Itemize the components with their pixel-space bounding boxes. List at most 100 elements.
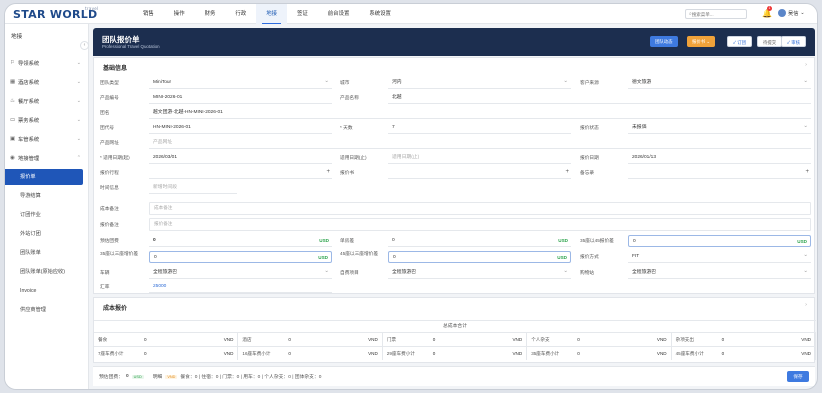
cart-icon: ✓: [733, 40, 736, 45]
review-button[interactable]: ✓ 审核: [781, 36, 807, 47]
form-row: 团代号 HN-MINI-2026-01 * 天数 7 报价状态 未报価: [94, 120, 816, 135]
sidebar-group-ticket[interactable]: ▭ 票务系统 ⌄: [5, 112, 89, 128]
summary-text: 预估团费： 0 USD 明细 VND 餐食：0 | 住宿：0 | 门票：0 | …: [99, 374, 322, 380]
quote-note-textarea[interactable]: 报价备注: [149, 218, 811, 231]
self-item-select[interactable]: 全程旅游巴: [388, 265, 571, 279]
product-name-label: 产品名称: [340, 95, 359, 100]
price35-input[interactable]: 0 USD: [628, 235, 811, 247]
team-code-input[interactable]: HN-MINI-2026-01: [149, 122, 332, 134]
itinerary-label: 报价行程: [100, 170, 119, 175]
sidebar-item-quotation[interactable]: 报价单: [5, 169, 83, 185]
menu-item-operation[interactable]: 操作: [164, 4, 195, 24]
cost-cell: 35座车费小计 0 VND: [527, 346, 672, 360]
rate-input[interactable]: 25000: [149, 281, 332, 293]
cost-cell: 7座车费小计 0 VND: [94, 346, 239, 360]
save-button[interactable]: 保存: [787, 371, 809, 382]
logo[interactable]: STAR WORLD travel: [13, 6, 98, 21]
collapse-sidebar-icon[interactable]: ‹: [80, 41, 89, 50]
menu-item-front-settings[interactable]: 前台设置: [318, 4, 360, 24]
itinerary-field[interactable]: +: [149, 167, 332, 179]
user-menu[interactable]: 吴信 ⌄: [778, 9, 805, 17]
chevron-down-icon: ⌄: [800, 10, 805, 16]
quote-method-label: 报价方式: [580, 254, 599, 259]
sidebar-group-hotel[interactable]: ▦ 酒店系统 ⌄: [5, 74, 89, 90]
menu-item-admin[interactable]: 行政: [225, 4, 256, 24]
menu-item-finance[interactable]: 财务: [195, 4, 226, 24]
menu-item-sales[interactable]: 销售: [133, 4, 164, 24]
shopping-select[interactable]: 全程旅游巴: [628, 265, 811, 279]
team-status-button[interactable]: 团队动态: [650, 36, 678, 47]
source-label: 客户来源: [580, 80, 599, 85]
sidebar-group-restaurant[interactable]: ♨ 餐厅系统 ⌄: [5, 93, 89, 109]
sidebar-group-guide[interactable]: ⚐ 导领系统 ⌄: [5, 55, 89, 71]
chevron-right-icon[interactable]: ›: [805, 302, 807, 308]
product-url-input[interactable]: 产品网址: [149, 137, 811, 149]
bell-icon[interactable]: 🔔 1: [762, 6, 772, 18]
source-select[interactable]: 德文旅游: [628, 75, 811, 89]
end-date-input[interactable]: 适用日期(止): [388, 152, 571, 164]
quote-note-label: 报价备注: [100, 222, 119, 227]
child-diff-input[interactable]: 0 USD: [149, 251, 332, 263]
chevron-down-icon: ⌄: [76, 60, 81, 66]
plus-icon[interactable]: +: [326, 166, 330, 178]
quote-book-field[interactable]: +: [388, 167, 571, 179]
sidebar-item-outstation-booking[interactable]: 外站订团: [5, 226, 83, 242]
quote-status-select[interactable]: 未报価: [628, 120, 811, 134]
city-select[interactable]: 河内: [388, 75, 571, 89]
chevron-right-icon[interactable]: ›: [805, 62, 807, 68]
form-row: 时间信息 新增时间段 +: [94, 181, 816, 314]
cost-grid: 餐食 0 VND 酒店 0 VND 门票 0 VND 个人杂支 0 VND 杂项支出 0 VND 7…: [94, 332, 816, 360]
app-window: STAR WORLD travel 销售 操作 财务 行政 地接 签证 前台设置 …: [4, 3, 818, 390]
quote-date-input[interactable]: 2026/01/13: [628, 152, 811, 164]
group-name-input[interactable]: 越文团游-北越-HN-MINI-2026-01: [149, 107, 811, 119]
start-date-input[interactable]: 2026/03/01: [149, 152, 332, 164]
team-type-select[interactable]: MiniTour: [149, 75, 332, 89]
menu-item-system-settings[interactable]: 系统设置: [359, 4, 401, 24]
quote-book-button[interactable]: 报价书 ⌄: [687, 36, 716, 47]
sidebar-item-group-booking[interactable]: 订团作业: [5, 207, 83, 223]
chevron-down-icon: ⌄: [76, 117, 81, 123]
cost-card: 成本报价 › 总成本合计 餐食 0 VND 酒店 0 VND 门票 0 VND 个人杂支 0 V…: [93, 297, 816, 363]
sidebar-item-guide-settlement[interactable]: 导游结算: [5, 188, 83, 204]
timeline-input[interactable]: 新增时间段: [149, 182, 237, 194]
cost-note-label: 成本备注: [100, 206, 119, 211]
sidebar-group-car[interactable]: ▣ 车管系统 ⌄: [5, 131, 89, 147]
product-code-input[interactable]: MINI-2026-01: [149, 92, 332, 104]
sidebar-item-supplier[interactable]: 供应商管理: [5, 302, 83, 318]
product-name-input[interactable]: 北越: [388, 92, 811, 104]
vehicle-select[interactable]: 全程旅游巴: [149, 265, 332, 279]
notification-badge: 1: [767, 6, 772, 11]
plus-icon[interactable]: +: [565, 166, 569, 178]
cost-note-textarea[interactable]: 成本备注: [149, 202, 811, 215]
rate-label: 汇率: [100, 284, 110, 289]
manage-icon: ◉: [10, 155, 15, 161]
single-diff-input[interactable]: 0 USD: [388, 235, 571, 247]
memo-field[interactable]: +: [628, 167, 811, 179]
search-input[interactable]: [691, 11, 740, 17]
sidebar: 地接 ‹ ⚐ 导领系统 ⌄ ▦ 酒店系统 ⌄ ♨ 餐厅系统 ⌄ ▭ 票务系统 ⌄ ▣ 车管系统 ⌄ …: [5, 24, 89, 389]
sidebar-group-ground-manage[interactable]: ◉ 地接管理 ⌃: [5, 150, 89, 166]
sidebar-title: 地接: [11, 34, 23, 40]
child2-diff-input[interactable]: 0 USD: [388, 251, 571, 263]
sidebar-item-invoice[interactable]: Invoice: [5, 283, 83, 299]
days-input[interactable]: 7: [388, 122, 571, 134]
price35-label: 35座以45报价差: [580, 238, 614, 243]
menu-search[interactable]: ⌕: [685, 9, 747, 19]
plus-icon[interactable]: +: [805, 166, 809, 178]
team-code-label: 团代号: [100, 125, 115, 130]
start-date-label: * 适用日期(起): [100, 155, 130, 160]
sidebar-item-team-bill-original[interactable]: 团队账单(原始应收): [5, 264, 83, 280]
flag-icon: ⚐: [10, 60, 15, 66]
page-subtitle: Professional Travel Quotation: [102, 44, 160, 49]
expected-price-input[interactable]: 0 USD: [149, 235, 332, 247]
memo-label: 备忘录: [580, 170, 595, 175]
order-button[interactable]: ✓ 订团: [727, 36, 753, 47]
quote-method-select[interactable]: FIT: [628, 249, 811, 263]
quote-book-label: 报价书: [340, 170, 355, 175]
self-item-label: 自费项目: [340, 270, 359, 275]
menu-item-visa[interactable]: 签证: [287, 4, 318, 24]
form-row: 团队类型 MiniTour 城市 河内 客户来源 德文旅游: [94, 75, 816, 90]
pending-submit-button[interactable]: 待提交: [757, 36, 783, 47]
menu-item-ground[interactable]: 地接: [256, 4, 287, 24]
sidebar-item-team-bill[interactable]: 团队账单: [5, 245, 83, 261]
